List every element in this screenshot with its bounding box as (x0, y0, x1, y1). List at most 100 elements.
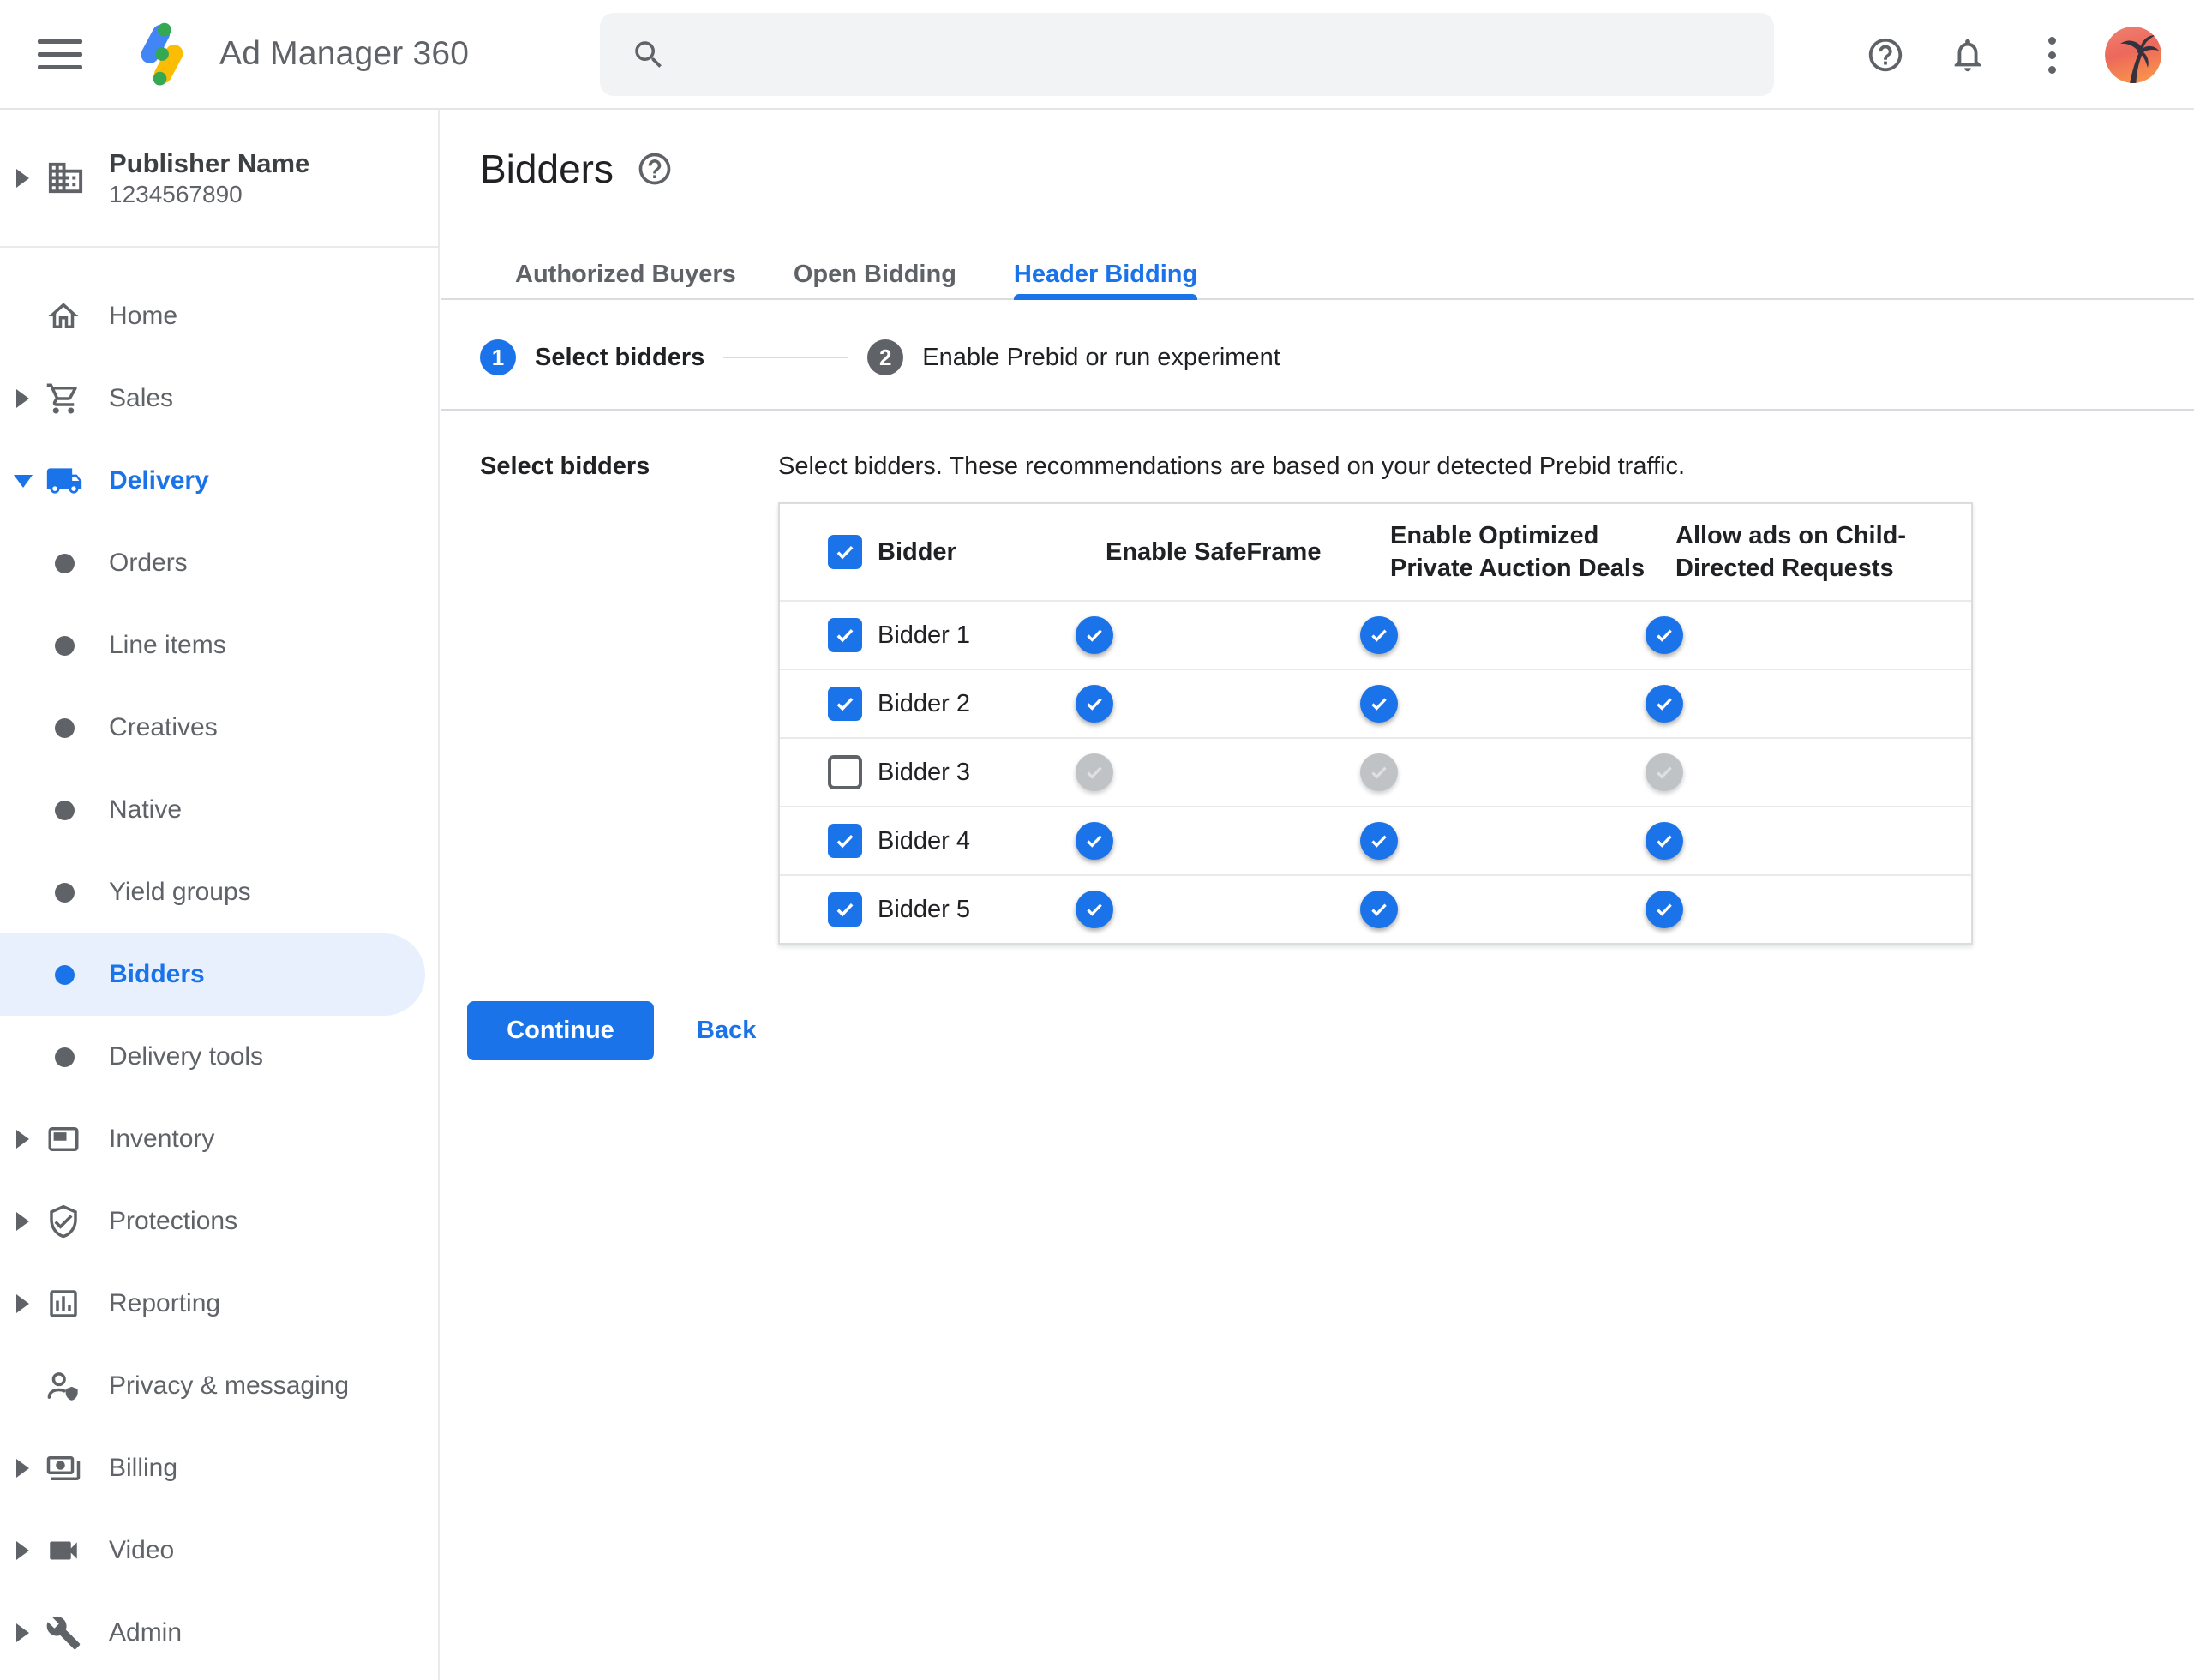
bullet-icon (55, 1047, 75, 1067)
bullet-icon (55, 553, 75, 573)
sidebar-item-video[interactable]: Video (0, 1509, 440, 1592)
bar-chart-icon (45, 1286, 109, 1322)
sidebar-item-delivery[interactable]: Delivery (0, 440, 440, 522)
help-icon[interactable] (636, 150, 674, 188)
sidebar-item-protections[interactable]: Protections (0, 1180, 440, 1263)
top-app-bar: Ad Manager 360 (0, 0, 2194, 110)
sidebar-item-bidders[interactable]: Bidders (0, 933, 440, 1016)
sidebar-item-reporting[interactable]: Reporting (0, 1263, 440, 1345)
expand-right-icon (16, 1623, 29, 1642)
column-header-child-directed: Allow ads on Child-Directed Requests (1675, 522, 1907, 582)
publisher-id: 1234567890 (109, 180, 243, 207)
ad-manager-app: Ad Manager 360 Publisher Name 1234567890… (0, 0, 2194, 1680)
table-row-bidder-2: Bidder 2 (780, 669, 1971, 737)
avatar[interactable] (2105, 27, 2161, 83)
step-connector (723, 357, 849, 358)
sidebar-item-delivery-tools[interactable]: Delivery tools (0, 1016, 440, 1098)
sidebar-item-yield-groups[interactable]: Yield groups (0, 851, 440, 933)
expand-right-icon (16, 1459, 29, 1478)
sidebar-item-billing[interactable]: Billing (0, 1427, 440, 1509)
sidebar-item-admin[interactable]: Admin (0, 1592, 440, 1674)
search-icon (635, 40, 662, 68)
row-checkbox[interactable] (828, 892, 862, 927)
bidder-name: Bidder 3 (878, 758, 971, 786)
sidebar-item-native[interactable]: Native (0, 769, 440, 851)
expand-right-icon (16, 1294, 29, 1313)
tab-authorized-buyers[interactable]: Authorized Buyers (515, 240, 736, 298)
bullet-icon (55, 882, 75, 903)
cart-icon (45, 381, 109, 417)
divider (441, 409, 2194, 411)
row-checkbox[interactable] (828, 824, 862, 858)
expand-right-icon (16, 1212, 29, 1231)
row-checkbox[interactable] (828, 618, 862, 652)
table-row-bidder-3: Bidder 3 (780, 737, 1971, 806)
expand-right-icon (16, 389, 29, 408)
more-vert-icon[interactable] (2028, 31, 2076, 79)
step-2-enable-prebid[interactable]: 2 Enable Prebid or run experiment (867, 339, 1280, 375)
sidebar: Publisher Name 1234567890 Home Sales Del… (0, 110, 440, 1680)
table-row-bidder-4: Bidder 4 (780, 806, 1971, 874)
column-header-bidder: Bidder (878, 538, 956, 566)
section-label: Select bidders (480, 453, 650, 480)
expand-right-icon (16, 168, 29, 188)
sidebar-item-inventory[interactable]: Inventory (0, 1098, 440, 1180)
search-input[interactable] (667, 13, 1774, 96)
sidebar-item-line-items[interactable]: Line items (0, 604, 440, 687)
row-checkbox[interactable] (828, 687, 862, 721)
main-content: Bidders Authorized Buyers Open Bidding H… (441, 111, 2194, 1680)
tab-header-bidding[interactable]: Header Bidding (1013, 240, 1198, 300)
sidebar-nav: Home Sales Delivery Orders Line items Cr… (0, 275, 440, 1674)
table-header-row: Bidder Enable SafeFrame Enable Optimized… (780, 504, 1971, 600)
column-header-optimized-deals: Enable Optimized Private Auction Deals (1390, 522, 1646, 582)
table-row-bidder-5: Bidder 5 (780, 874, 1971, 943)
wrench-icon (45, 1615, 109, 1651)
bidder-name: Bidder 2 (878, 689, 971, 717)
search-bar[interactable] (600, 13, 1774, 96)
step-1-select-bidders[interactable]: 1 Select bidders (480, 339, 704, 375)
menu-icon[interactable] (38, 37, 82, 71)
building-icon (45, 158, 109, 198)
expand-down-icon (13, 474, 33, 488)
publisher-name: Publisher Name (109, 147, 310, 178)
table-row-bidder-1: Bidder 1 (780, 600, 1971, 669)
back-link[interactable]: Back (697, 1017, 756, 1045)
bullet-icon (55, 800, 75, 820)
bidder-name: Bidder 1 (878, 621, 971, 649)
bidder-name: Bidder 5 (878, 895, 971, 923)
tab-bar: Authorized Buyers Open Bidding Header Bi… (441, 240, 2194, 300)
sidebar-item-privacy-messaging[interactable]: Privacy & messaging (0, 1345, 440, 1427)
help-icon[interactable] (1861, 31, 1909, 79)
ad-manager-logo (141, 22, 183, 86)
truck-icon (45, 462, 109, 500)
tab-open-bidding[interactable]: Open Bidding (794, 240, 956, 298)
expand-right-icon (16, 1541, 29, 1560)
column-header-safeframe: Enable SafeFrame (1106, 538, 1322, 566)
payments-icon (45, 1450, 109, 1486)
bullet-icon (55, 717, 75, 738)
ad-unit-icon (45, 1121, 109, 1157)
bidder-name: Bidder 4 (878, 826, 971, 855)
page-title: Bidders (480, 147, 614, 191)
notifications-icon[interactable] (1944, 31, 1992, 79)
sidebar-item-home[interactable]: Home (0, 275, 440, 357)
home-icon (45, 298, 109, 334)
app-title: Ad Manager 360 (219, 35, 470, 72)
bullet-icon (55, 964, 75, 985)
sidebar-item-creatives[interactable]: Creatives (0, 687, 440, 769)
select-all-checkbox[interactable] (828, 535, 862, 569)
sidebar-item-sales[interactable]: Sales (0, 357, 440, 440)
row-checkbox[interactable] (828, 755, 862, 789)
person-shield-icon (45, 1368, 109, 1404)
publisher-switcher[interactable]: Publisher Name 1234567890 (0, 110, 438, 248)
videocam-icon (45, 1533, 109, 1569)
bullet-icon (55, 635, 75, 656)
description-text: Select bidders. These recommendations ar… (778, 453, 1686, 480)
stepper: 1 Select bidders 2 Enable Prebid or run … (480, 331, 1280, 384)
form-actions: Continue Back (467, 1001, 756, 1060)
continue-button[interactable]: Continue (467, 1001, 654, 1060)
shield-check-icon (45, 1203, 109, 1239)
sidebar-item-orders[interactable]: Orders (0, 522, 440, 604)
expand-right-icon (16, 1130, 29, 1149)
bidders-table: Bidder Enable SafeFrame Enable Optimized… (778, 502, 1973, 945)
